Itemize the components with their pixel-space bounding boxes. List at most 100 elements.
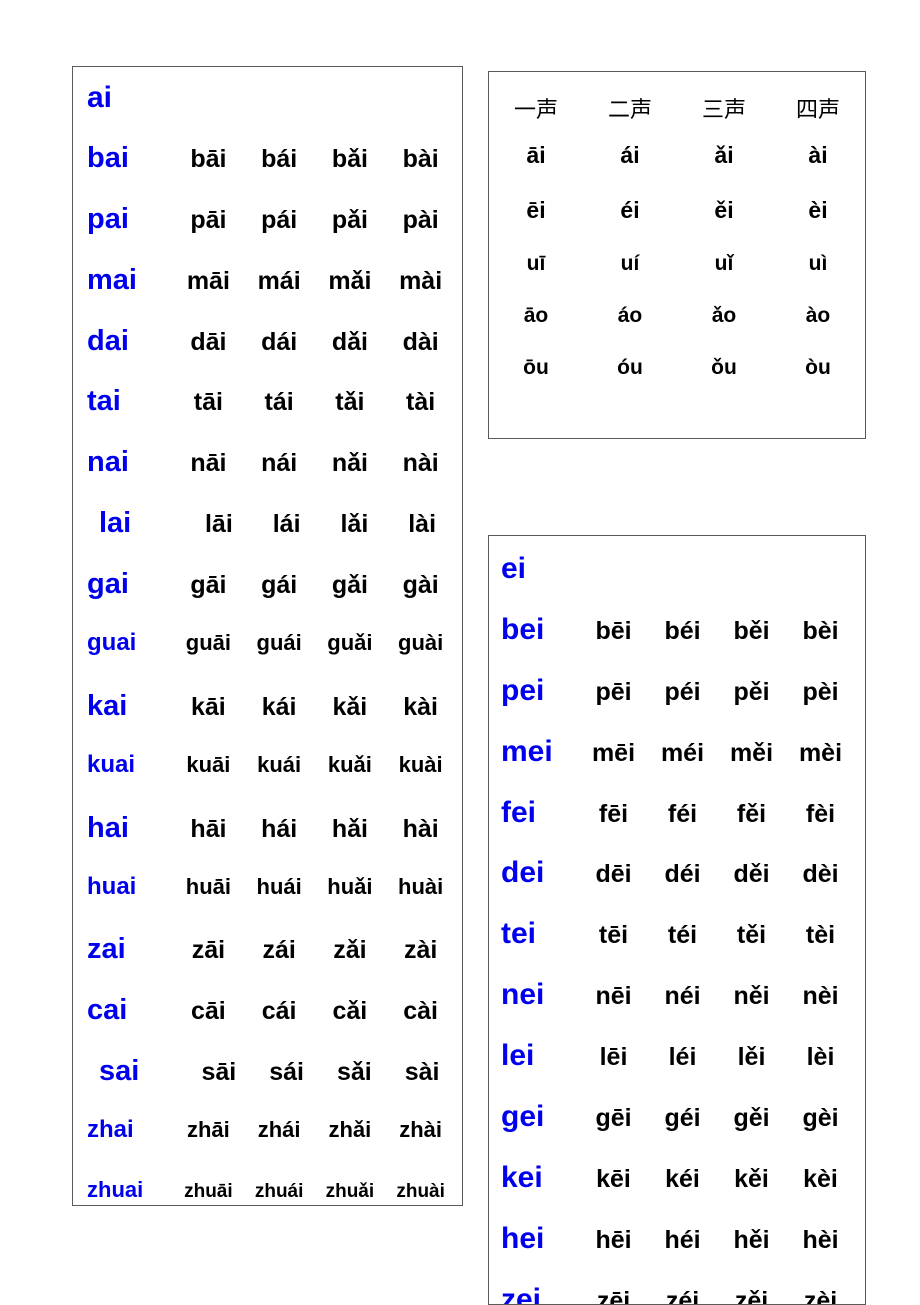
tone-1-text: zāi (191, 936, 226, 965)
tone-example-cell: ài (808, 142, 828, 168)
tone-1-text: pāi (190, 205, 227, 234)
tone-2-text: lái (272, 510, 301, 539)
tone-example-cell: āo (523, 304, 549, 327)
tone-2-text: héi (664, 1225, 701, 1254)
tone-1-text: mēi (591, 738, 636, 767)
syllable-label: mai (87, 263, 137, 296)
syllable-tone-group: bēi béi běi bèi (579, 616, 855, 645)
tone-example-cell: ěi (714, 197, 734, 223)
tone-3-text: guǎi (327, 630, 373, 656)
syllable-row: pei pēi péi pěi pèi (501, 675, 855, 737)
tone-2-text: zái (262, 936, 296, 965)
syllable-tone-group: kāi kái kǎi kài (173, 692, 456, 721)
tone-example-cell: ǎo (711, 304, 737, 327)
syllable-row: pai pāi pái pǎi pài (87, 204, 456, 266)
syllable-tone-group: zēi zéi zěi zèi (579, 1286, 855, 1305)
syllable-label: zhai (87, 1116, 134, 1144)
tone-4-text: gài (402, 571, 439, 600)
tone-2-text: féi (667, 799, 698, 828)
tone-4-text: hài (402, 814, 439, 843)
tone-3-text: gǎi (331, 571, 368, 600)
syllable-row: ei (501, 554, 855, 615)
ai-family-panel: ai bai bāi bái bǎi bài pai pāi pái pǎi pài mai māi má… (72, 66, 463, 1206)
syllable-tone-group: kēi kéi kěi kèi (579, 1164, 855, 1193)
syllable-row: lei lēi léi lěi lèi (501, 1041, 855, 1102)
syllable-tone-group: bāi bái bǎi bài (173, 144, 456, 173)
tone-example-row: uī uí uǐ uì (489, 252, 865, 304)
tone-example-cell: ōu (523, 356, 549, 379)
tone-1-text: lēi (599, 1043, 628, 1072)
tone-example-row: āo áo ǎo ào (489, 304, 865, 356)
tone-2-text: léi (668, 1043, 697, 1072)
tone-1-text: gāi (190, 571, 227, 600)
syllable-row: huai huāi huái huǎi huài (87, 873, 456, 936)
tone-example-cell: uì (808, 252, 828, 275)
tone-1-text: nēi (595, 982, 632, 1011)
syllable-label: ei (501, 552, 527, 585)
syllable-tone-group: gāi gái gǎi gài (173, 573, 456, 598)
tone-4-text: fèi (805, 799, 836, 828)
syllable-label: gei (501, 1100, 545, 1134)
tone-1-text: bāi (190, 144, 227, 173)
tone-1-text: hēi (595, 1225, 632, 1254)
tone-3-text: hǎi (331, 814, 368, 843)
tone-example-cell: ēi (526, 197, 546, 223)
syllable-label: cai (87, 994, 128, 1027)
syllable-tone-group: gēi géi gěi gèi (579, 1106, 855, 1131)
tone-2-text: déi (664, 860, 701, 889)
syllable-label: kai (87, 689, 128, 722)
syllable-tone-group: sāi sái sǎi sài (185, 1060, 456, 1085)
tone-2-text: guái (256, 630, 302, 656)
tone-1-text: pēi (595, 677, 632, 706)
syllable-row: gei gēi géi gěi gèi (501, 1102, 855, 1163)
tone-1-text: tēi (598, 921, 629, 950)
syllable-tone-group: kuāi kuái kuǎi kuài (173, 751, 456, 777)
syllable-row: guai guāi guái guǎi guài (87, 631, 456, 692)
tone-3-text: kěi (734, 1164, 769, 1193)
syllable-row: bai bāi bái bǎi bài (87, 141, 456, 205)
tone-2-text: béi (664, 616, 701, 645)
syllable-label: fei (501, 795, 537, 829)
syllable-tone-group: tēi téi těi tèi (579, 923, 855, 948)
tone-2-text: nái (261, 449, 298, 478)
tone-2-text: mái (257, 266, 301, 295)
tone-2-text: téi (667, 921, 698, 950)
tone-1-text: bēi (595, 616, 632, 645)
tone-2-text: kái (261, 692, 297, 721)
tone-2-text: bái (261, 144, 298, 173)
tone-4-text: kài (403, 692, 438, 721)
tone-example-cell: ǎi (714, 142, 734, 168)
tone-4-text: nài (402, 449, 439, 478)
tone-4-text: pài (402, 205, 439, 234)
tone-2-text: zéi (665, 1286, 700, 1305)
tone-example-cell: uǐ (714, 252, 734, 275)
tone-3-text: mǎi (328, 266, 372, 295)
tone-example-cell: òu (805, 356, 831, 379)
tone-1-text: zhuāi (184, 1181, 233, 1203)
syllable-tone-group: nēi néi něi nèi (579, 984, 855, 1009)
syllable-label: guai (87, 629, 137, 657)
syllable-label: gai (87, 568, 129, 601)
syllable-label: dai (87, 324, 129, 357)
tone-3-text: běi (733, 616, 770, 645)
tone-3-text: huǎi (327, 873, 373, 899)
syllable-row: kei kēi kéi kěi kèi (501, 1162, 855, 1224)
tone-2-text: kéi (665, 1164, 700, 1193)
tone-example-row: āi ái ǎi ài (489, 142, 865, 197)
tone-1-text: nāi (190, 449, 227, 478)
syllable-label: bai (87, 141, 129, 174)
tone-3-text: kuǎi (327, 751, 372, 777)
tone-3-text: bǎi (331, 144, 368, 173)
tone-4-text: lèi (806, 1043, 835, 1072)
tone-reference-table: 一声 二声 三声 四声 āi ái ǎi ài ēi éi ěi èi uī uí uǐ uì āo áo… (489, 86, 865, 408)
syllable-row: bei bēi béi běi bèi (501, 614, 855, 676)
syllable-tone-group: hāi hái hǎi hài (173, 814, 456, 843)
tone-4-text: gèi (802, 1104, 839, 1133)
tone-4-text: mèi (798, 738, 843, 767)
syllable-tone-group: hēi héi hěi hèi (579, 1225, 855, 1254)
tone-2-text: cái (261, 997, 297, 1026)
tone-2-text: pái (261, 205, 298, 234)
tone-3-text: zěi (734, 1286, 769, 1305)
syllable-tone-group: dāi dái dǎi dài (173, 329, 456, 355)
tone-1-text: hāi (190, 814, 227, 843)
